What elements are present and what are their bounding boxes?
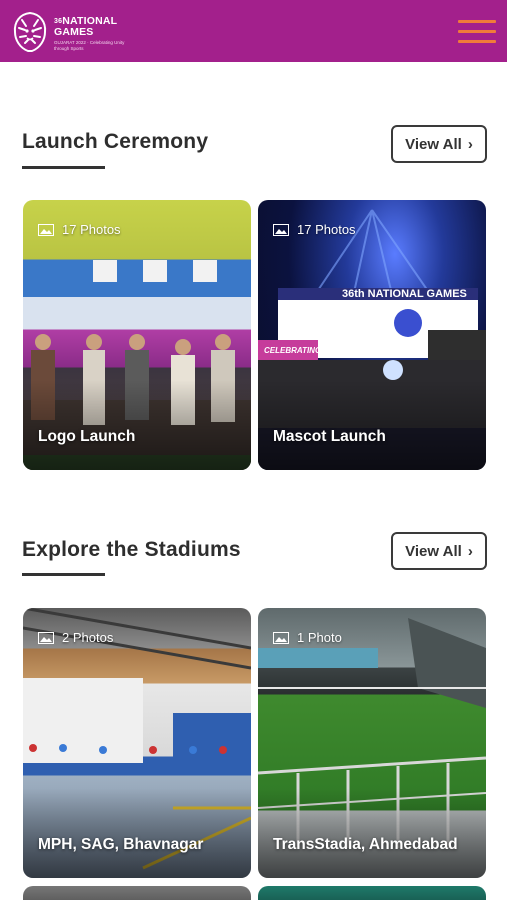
card-next-photo — [258, 886, 486, 900]
photo-count: 2 Photos — [38, 630, 113, 645]
view-all-stadiums-button[interactable]: View All › — [391, 532, 487, 570]
card-mascot-launch[interactable]: 36th NATIONAL GAMES CELEBRATING 17 Photo… — [258, 200, 486, 470]
card-shade — [23, 788, 251, 878]
view-all-launch-ceremony-button[interactable]: View All › — [391, 125, 487, 163]
view-all-label: View All — [405, 135, 462, 153]
card-title: Logo Launch — [38, 428, 136, 445]
section-title-launch-ceremony: Launch Ceremony — [22, 130, 209, 153]
section-underline — [22, 166, 105, 169]
banner-text: 36th NATIONAL GAMES — [342, 288, 467, 300]
photo-count-text: 17 Photos — [297, 222, 356, 237]
photo-count: 1 Photo — [273, 630, 342, 645]
section-title-explore-stadiums: Explore the Stadiums — [22, 538, 241, 561]
logo-line1: 36 — [54, 18, 63, 25]
photo-count-text: 2 Photos — [62, 630, 114, 645]
logo-line3: GAMES — [54, 26, 94, 38]
logo-wordmark: 36NATIONAL GAMES — [54, 16, 117, 38]
view-all-label: View All — [405, 542, 462, 560]
card-mph-sag-bhavnagar[interactable]: 2 Photos MPH, SAG, Bhavnagar — [23, 608, 251, 878]
section-underline — [22, 573, 105, 576]
chevron-right-icon: › — [467, 135, 473, 153]
logo-tagline: GUJARAT 2022 · Celebrating Unity through… — [54, 40, 125, 51]
card-title: Mascot Launch — [273, 428, 386, 445]
image-icon — [273, 631, 289, 644]
photo-count-text: 1 Photo — [297, 630, 342, 645]
lion-emblem-icon — [13, 11, 47, 52]
banner-sub: CELEBRATING — [264, 346, 322, 355]
card-title: MPH, SAG, Bhavnagar — [38, 836, 204, 853]
photo-count: 17 Photos — [38, 222, 121, 237]
card-next-photo — [23, 886, 251, 900]
card-shade — [258, 380, 486, 470]
photo-count: 17 Photos — [273, 222, 356, 237]
card-next-left[interactable] — [23, 886, 251, 900]
image-icon — [273, 223, 289, 236]
card-shade — [23, 380, 251, 470]
card-transstadia-ahmedabad[interactable]: 1 Photo TransStadia, Ahmedabad — [258, 608, 486, 878]
image-icon — [38, 631, 54, 644]
card-shade — [258, 788, 486, 878]
national-games-logo[interactable]: 36NATIONAL GAMES GUJARAT 2022 · Celebrat… — [10, 10, 140, 56]
card-logo-launch[interactable]: 17 Photos Logo Launch — [23, 200, 251, 470]
card-title: TransStadia, Ahmedabad — [273, 836, 458, 853]
image-icon — [38, 223, 54, 236]
chevron-right-icon: › — [467, 542, 473, 560]
photo-count-text: 17 Photos — [62, 222, 121, 237]
card-next-right[interactable] — [258, 886, 486, 900]
hamburger-menu-icon[interactable] — [458, 20, 496, 44]
top-header: 36NATIONAL GAMES GUJARAT 2022 · Celebrat… — [0, 0, 507, 62]
